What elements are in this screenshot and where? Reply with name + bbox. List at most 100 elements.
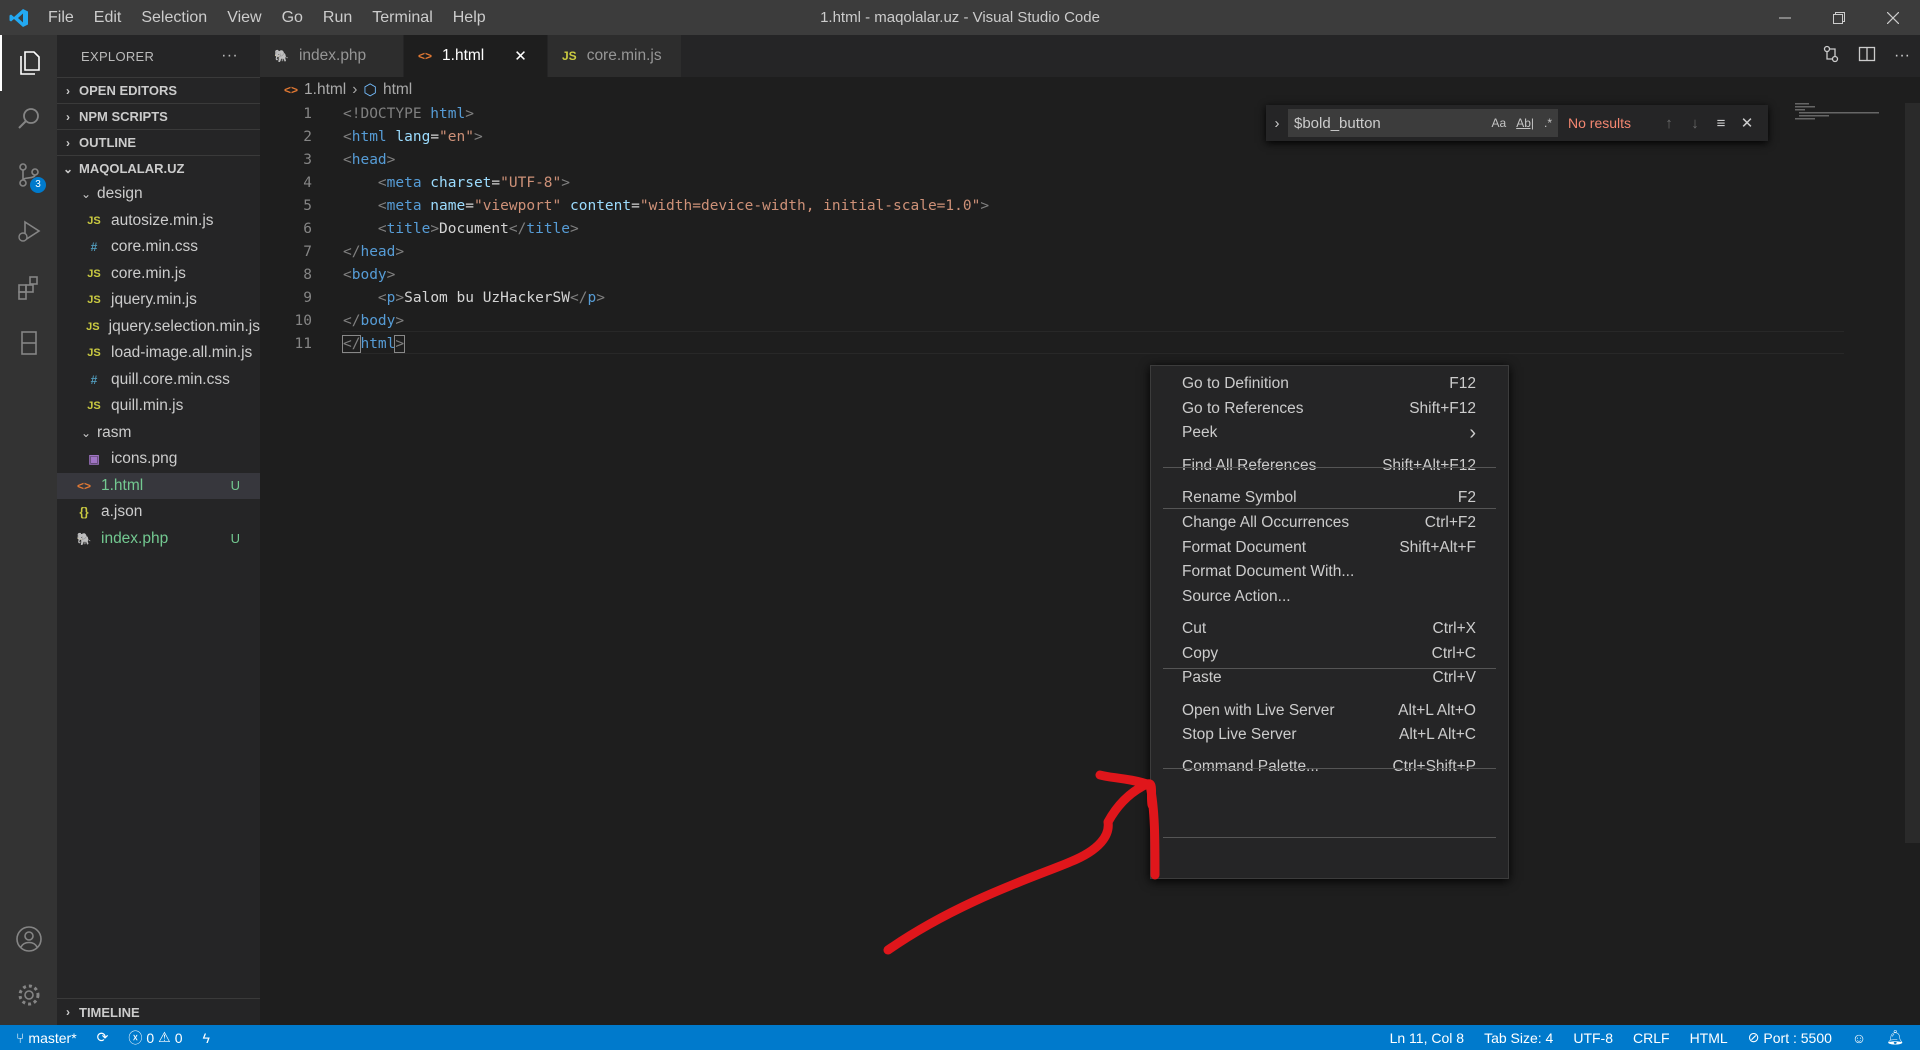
breadcrumb-file[interactable]: 1.html	[304, 81, 346, 99]
remote-explorer-icon[interactable]	[0, 315, 57, 371]
menu-item-shortcut: Ctrl+V	[1432, 669, 1477, 686]
menu-item-shortcut: Ctrl+Shift+P	[1392, 758, 1476, 775]
tab-label: index.php	[298, 47, 367, 64]
section-label: OUTLINE	[79, 135, 137, 150]
minimap[interactable]	[1790, 103, 1910, 143]
tree-file[interactable]: 🐘 index.php U	[57, 526, 260, 553]
chevron-right-icon: ›	[66, 135, 70, 150]
tree-file[interactable]: # core.min.css	[57, 234, 260, 261]
timeline-section[interactable]: › TIMELINE	[57, 998, 260, 1025]
branch-indicator[interactable]: ⑂ master*	[0, 1030, 87, 1046]
status-bar: ⑂ master* ⟳ ⓧ 0 ⚠ 0 ϟ Ln 11, Col 8 Tab S…	[0, 1025, 1920, 1050]
cursor-position[interactable]: Ln 11, Col 8	[1380, 1030, 1474, 1046]
run-debug-icon[interactable]	[0, 203, 57, 259]
symbol-icon: ⬡	[363, 81, 377, 99]
outline-section[interactable]: › OUTLINE	[57, 129, 260, 155]
extensions-icon[interactable]	[0, 259, 57, 315]
tab-1-html[interactable]: <> 1.html ✕	[404, 35, 548, 77]
menu-item-label: Stop Live Server	[1182, 726, 1297, 743]
tree-file[interactable]: JS jquery.selection.min.js	[57, 314, 260, 341]
menu-item-shortcut: F2	[1457, 489, 1476, 506]
error-count: 0	[146, 1029, 155, 1046]
menu-item-stop-live-server[interactable]: Stop Live Server Alt+L Alt+C	[1151, 720, 1508, 750]
more-actions-icon[interactable]: ···	[1894, 47, 1910, 65]
menu-item-command-palette[interactable]: Command Palette... Ctrl+Shift+P	[1151, 752, 1508, 782]
tree-file[interactable]: # quill.core.min.css	[57, 367, 260, 394]
lightning-icon[interactable]: ϟ	[193, 1030, 220, 1046]
menu-item-label: Peek	[1182, 424, 1218, 441]
menu-help[interactable]: Help	[443, 0, 496, 35]
menu-go[interactable]: Go	[272, 0, 313, 35]
project-section[interactable]: ⌄ MAQOLALAR.UZ	[57, 155, 260, 181]
code-line-6: <title>Document</title>	[377, 221, 579, 237]
find-input[interactable]: $bold_button Aa Ab| .*	[1288, 109, 1558, 137]
more-actions-icon[interactable]: ···	[221, 47, 238, 65]
activity-bar: 3	[0, 35, 57, 1025]
tree-file[interactable]: JS load-image.all.min.js	[57, 340, 260, 367]
open-editors-section[interactable]: › OPEN EDITORS	[57, 77, 260, 103]
find-input-value: $bold_button	[1294, 114, 1381, 132]
minimize-icon[interactable]	[1758, 0, 1812, 35]
menu-terminal[interactable]: Terminal	[362, 0, 442, 35]
next-match-icon[interactable]: ↓	[1682, 115, 1708, 132]
menu-item-label: Copy	[1182, 645, 1219, 662]
tree-file[interactable]: ▣ icons.png	[57, 446, 260, 473]
problems-indicator[interactable]: ⓧ 0 ⚠ 0	[118, 1028, 192, 1048]
menu-file[interactable]: File	[38, 0, 84, 35]
restore-icon[interactable]	[1812, 0, 1866, 35]
language-mode[interactable]: HTML	[1680, 1030, 1738, 1046]
vertical-scrollbar[interactable]	[1905, 103, 1920, 843]
warning-count: 0	[174, 1029, 183, 1046]
code-editor[interactable]: 1 2 3 4 5 6 7 8 9 10 11 <!DOCTYPE html> <html lang…	[260, 103, 1920, 1025]
toggle-replace-icon[interactable]: ›	[1266, 115, 1288, 132]
error-icon: ⓧ	[128, 1029, 143, 1046]
chevron-down-icon: ⌄	[80, 187, 92, 202]
tree-file-selected[interactable]: <> 1.html U	[57, 472, 260, 499]
tab-core-min-js[interactable]: JS core.min.js	[548, 35, 682, 77]
feedback-icon[interactable]: ☺	[1842, 1030, 1876, 1046]
files-icon[interactable]	[0, 35, 57, 91]
tab-index-php[interactable]: 🐘 index.php	[260, 35, 404, 77]
open-changes-icon[interactable]	[1822, 45, 1840, 67]
breadcrumb-symbol[interactable]: html	[383, 81, 412, 99]
search-icon[interactable]	[0, 91, 57, 147]
menu-item-source-action[interactable]: Source Action...	[1151, 582, 1508, 612]
close-tab-icon[interactable]: ✕	[514, 47, 527, 65]
file-label: autosize.min.js	[111, 211, 214, 229]
use-regex-icon[interactable]: .*	[1544, 116, 1552, 130]
folder-design[interactable]: ⌄ design	[57, 181, 260, 208]
close-find-icon[interactable]: ✕	[1734, 114, 1760, 132]
npm-scripts-section[interactable]: › NPM SCRIPTS	[57, 103, 260, 129]
settings-gear-icon[interactable]	[0, 967, 57, 1023]
menu-item-find-all-references[interactable]: Find All References Shift+Alt+F12	[1151, 451, 1508, 481]
encoding[interactable]: UTF-8	[1563, 1030, 1623, 1046]
menu-selection[interactable]: Selection	[131, 0, 217, 35]
source-control-icon[interactable]: 3	[0, 147, 57, 203]
menu-edit[interactable]: Edit	[84, 0, 132, 35]
match-case-icon[interactable]: Aa	[1492, 116, 1507, 130]
end-of-line[interactable]: CRLF	[1623, 1030, 1680, 1046]
tree-file[interactable]: JS autosize.min.js	[57, 208, 260, 235]
menu-separator	[1163, 768, 1496, 769]
tree-file[interactable]: JS core.min.js	[57, 261, 260, 288]
menu-separator	[1163, 508, 1496, 509]
notifications-bell-icon[interactable]: 🔔︎	[1876, 1029, 1920, 1046]
previous-match-icon[interactable]: ↑	[1656, 115, 1682, 132]
close-window-icon[interactable]	[1866, 0, 1920, 35]
tree-file[interactable]: JS quill.min.js	[57, 393, 260, 420]
sync-icon[interactable]: ⟳	[87, 1029, 119, 1046]
tree-file[interactable]: JS jquery.min.js	[57, 287, 260, 314]
tab-size[interactable]: Tab Size: 4	[1474, 1030, 1563, 1046]
menu-view[interactable]: View	[217, 0, 271, 35]
match-whole-word-icon[interactable]: Ab|	[1516, 116, 1534, 130]
menu-item-shortcut: Ctrl+C	[1431, 645, 1476, 662]
json-file-icon: {}	[79, 505, 89, 520]
live-server-port[interactable]: ⊘ Port : 5500	[1738, 1029, 1842, 1046]
split-editor-icon[interactable]	[1858, 45, 1876, 67]
menu-run[interactable]: Run	[313, 0, 362, 35]
folder-rasm[interactable]: ⌄ rasm	[57, 420, 260, 447]
find-in-selection-icon[interactable]: ≡	[1708, 115, 1734, 132]
account-icon[interactable]	[0, 911, 57, 967]
menu-item-peek[interactable]: Peek ›	[1151, 418, 1508, 448]
tree-file[interactable]: {} a.json	[57, 499, 260, 526]
